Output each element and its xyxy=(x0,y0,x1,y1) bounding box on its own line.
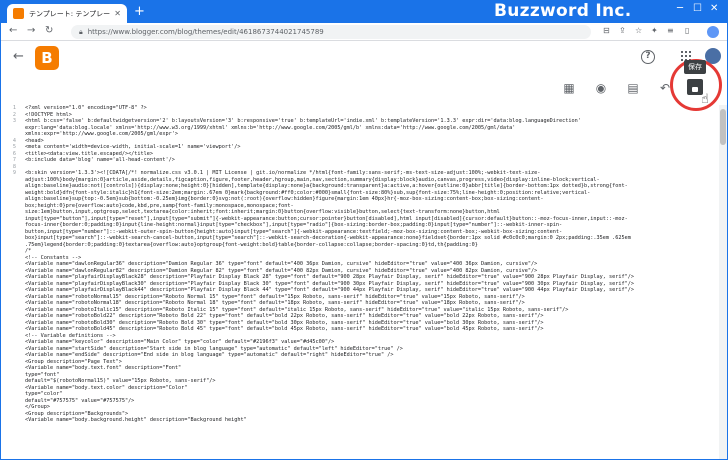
blogger-logo[interactable]: B xyxy=(35,46,59,70)
sidebar-icon[interactable]: ▯ xyxy=(685,26,689,35)
minimize-icon[interactable]: ─ xyxy=(677,3,683,14)
template-code-editor[interactable]: 1 <?xml version="1.0" encoding="UTF-8" ?>… xyxy=(1,105,719,459)
new-tab-button[interactable]: + xyxy=(134,5,145,19)
lock-icon: 🔒︎ xyxy=(79,27,83,36)
brand-watermark: Buzzword Inc. xyxy=(494,1,632,21)
code-text: <b:include data='blog' name='all-head-co… xyxy=(25,157,175,163)
code-text: .75em}legend{border:0;padding:0}textarea… xyxy=(25,241,478,248)
code-line[interactable]: <Variable name="body.background.height" … xyxy=(1,417,719,424)
back-arrow-icon[interactable]: ← xyxy=(9,25,17,36)
cast-icon[interactable]: ⊟ xyxy=(603,26,610,35)
preview-eye-icon[interactable]: ◉ xyxy=(593,80,609,96)
editor-scrollbar[interactable] xyxy=(719,105,727,459)
url-text[interactable]: https://www.blogger.com/blog/themes/edit… xyxy=(88,28,324,36)
reload-icon[interactable]: ↻ xyxy=(45,25,53,36)
widgets-icon[interactable]: ▦ xyxy=(561,80,577,96)
scrollbar-thumb[interactable] xyxy=(720,109,726,145)
forward-arrow-icon[interactable]: → xyxy=(27,25,35,36)
address-bar[interactable]: 🔒︎ https://www.blogger.com/blog/themes/e… xyxy=(71,25,591,39)
reading-list-icon[interactable]: ≡ xyxy=(667,26,674,35)
browser-tab[interactable]: テンプレート: テンプレートの編集 ✕ xyxy=(7,4,127,23)
line-number xyxy=(1,417,19,424)
profile-avatar[interactable] xyxy=(707,26,719,38)
save-tooltip: 保存 xyxy=(684,60,706,74)
tab-strip: テンプレート: テンプレートの編集 ✕ + Buzzword Inc. ─ ☐ … xyxy=(1,1,727,23)
code-text: xmlns:expr='http://www.google.com/2005/g… xyxy=(25,131,179,137)
help-icon[interactable]: ? xyxy=(641,50,655,64)
blogger-header: ← B ? xyxy=(1,42,727,74)
browser-toolbar: ← → ↻ 🔒︎ https://www.blogger.com/blog/th… xyxy=(1,23,727,41)
blogger-favicon-icon xyxy=(13,8,24,19)
tab-close-icon[interactable]: ✕ xyxy=(114,9,121,18)
extensions-icon[interactable]: ✦ xyxy=(651,26,658,35)
code-text: <Variable name="body.background.height" … xyxy=(25,417,247,423)
format-icon[interactable]: ▤ xyxy=(625,80,641,96)
share-icon[interactable]: ⇪ xyxy=(619,26,626,35)
maximize-icon[interactable]: ☐ xyxy=(693,3,702,14)
editor-toolbar: ▦ ◉ ▤ ↶ xyxy=(1,74,727,104)
back-arrow-icon[interactable]: ← xyxy=(13,49,24,64)
tab-title: テンプレート: テンプレートの編集 xyxy=(29,9,111,18)
bookmark-star-icon[interactable]: ☆ xyxy=(635,26,642,35)
browser-window: テンプレート: テンプレートの編集 ✕ + Buzzword Inc. ─ ☐ … xyxy=(0,0,728,460)
close-window-icon[interactable]: ✕ xyxy=(710,3,718,14)
